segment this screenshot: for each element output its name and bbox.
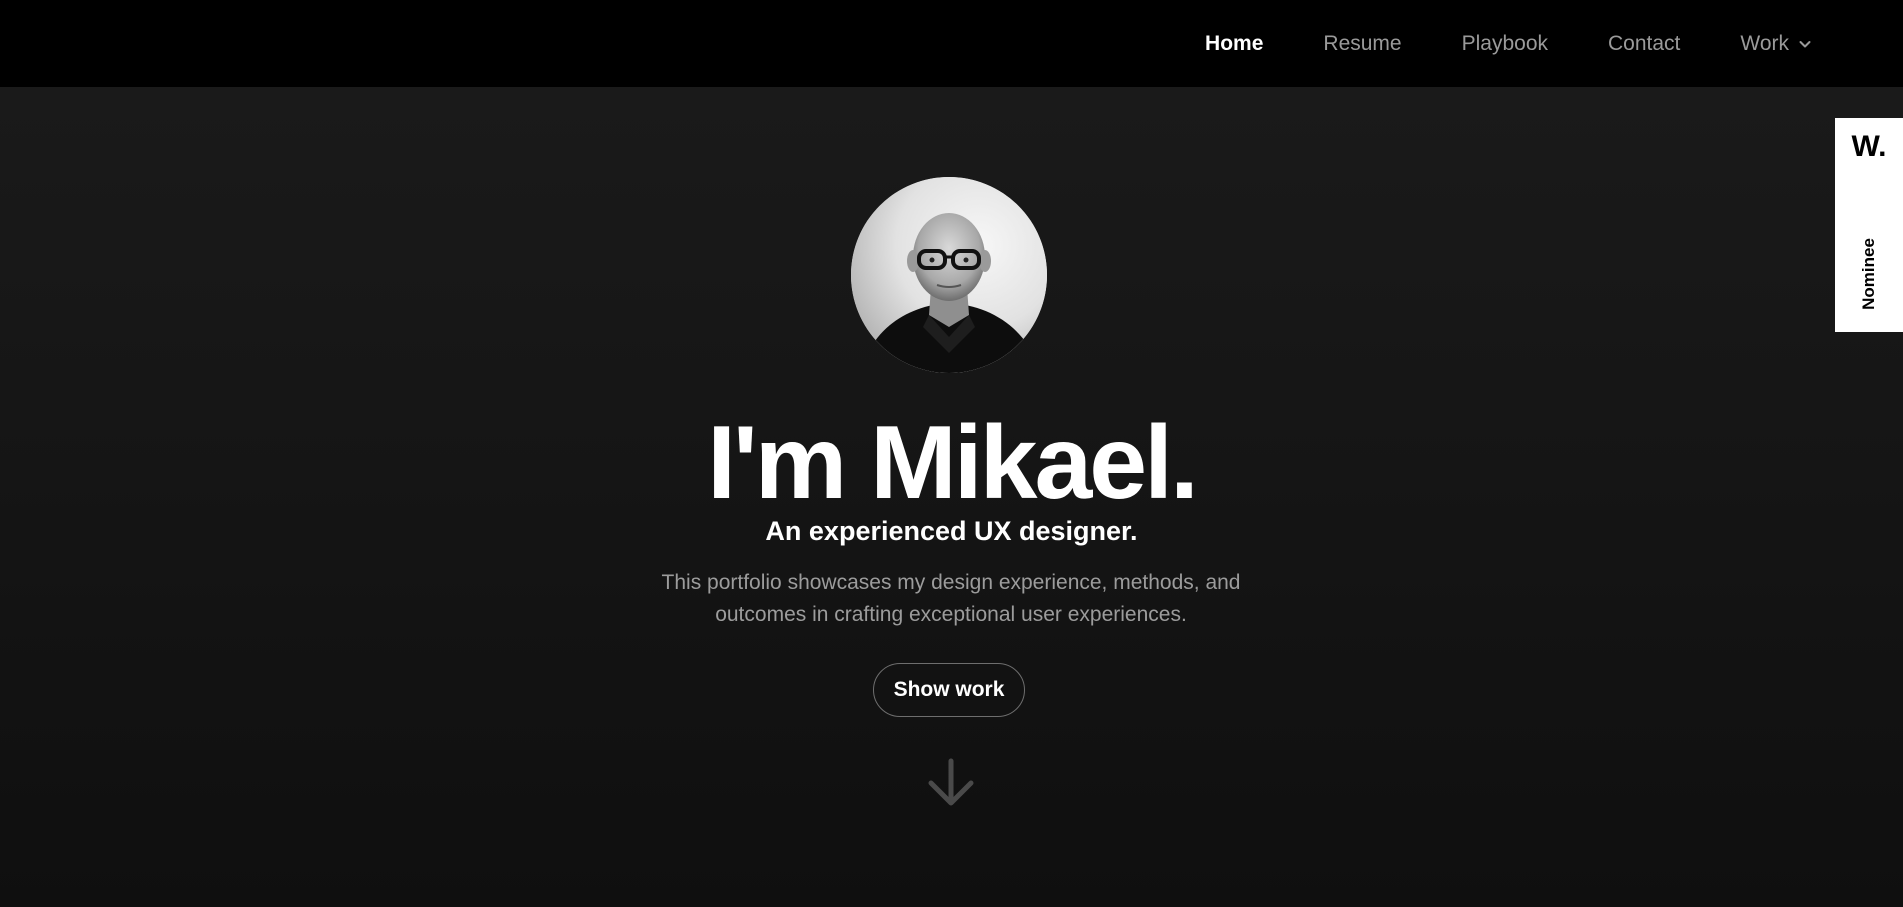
nav-item-home[interactable]: Home xyxy=(1205,32,1263,56)
page: Home Resume Playbook Contact Work I'm Mi… xyxy=(0,0,1903,907)
nav-item-label: Home xyxy=(1205,31,1264,55)
nav-item-label: Contact xyxy=(1608,31,1681,55)
page-title: I'm Mikael. xyxy=(707,405,1199,521)
page-subtitle: An experienced UX designer. xyxy=(765,516,1138,546)
nav-item-work[interactable]: Work xyxy=(1740,32,1813,56)
portrait-photo xyxy=(851,177,1047,373)
badge-label: Nominee xyxy=(1859,238,1878,310)
nav-item-playbook[interactable]: Playbook xyxy=(1462,32,1548,56)
show-work-button[interactable]: Show work xyxy=(873,663,1025,717)
nav-item-label: Playbook xyxy=(1461,31,1548,55)
award-nominee-badge[interactable]: W. Nominee xyxy=(1835,118,1903,332)
awards-logo-icon: W. xyxy=(1851,130,1887,163)
nav-item-label: Work xyxy=(1740,31,1789,55)
main-nav: Home Resume Playbook Contact Work xyxy=(1145,0,1813,87)
avatar xyxy=(851,177,1047,373)
chevron-down-icon xyxy=(1799,40,1811,47)
arrow-down-icon[interactable] xyxy=(925,757,977,809)
nav-item-contact[interactable]: Contact xyxy=(1608,32,1680,56)
intro-description: This portfolio showcases my design exper… xyxy=(661,571,1241,626)
nav-item-label: Resume xyxy=(1323,31,1402,55)
top-navigation-bar: Home Resume Playbook Contact Work xyxy=(0,0,1903,87)
nav-item-resume[interactable]: Resume xyxy=(1323,32,1401,56)
